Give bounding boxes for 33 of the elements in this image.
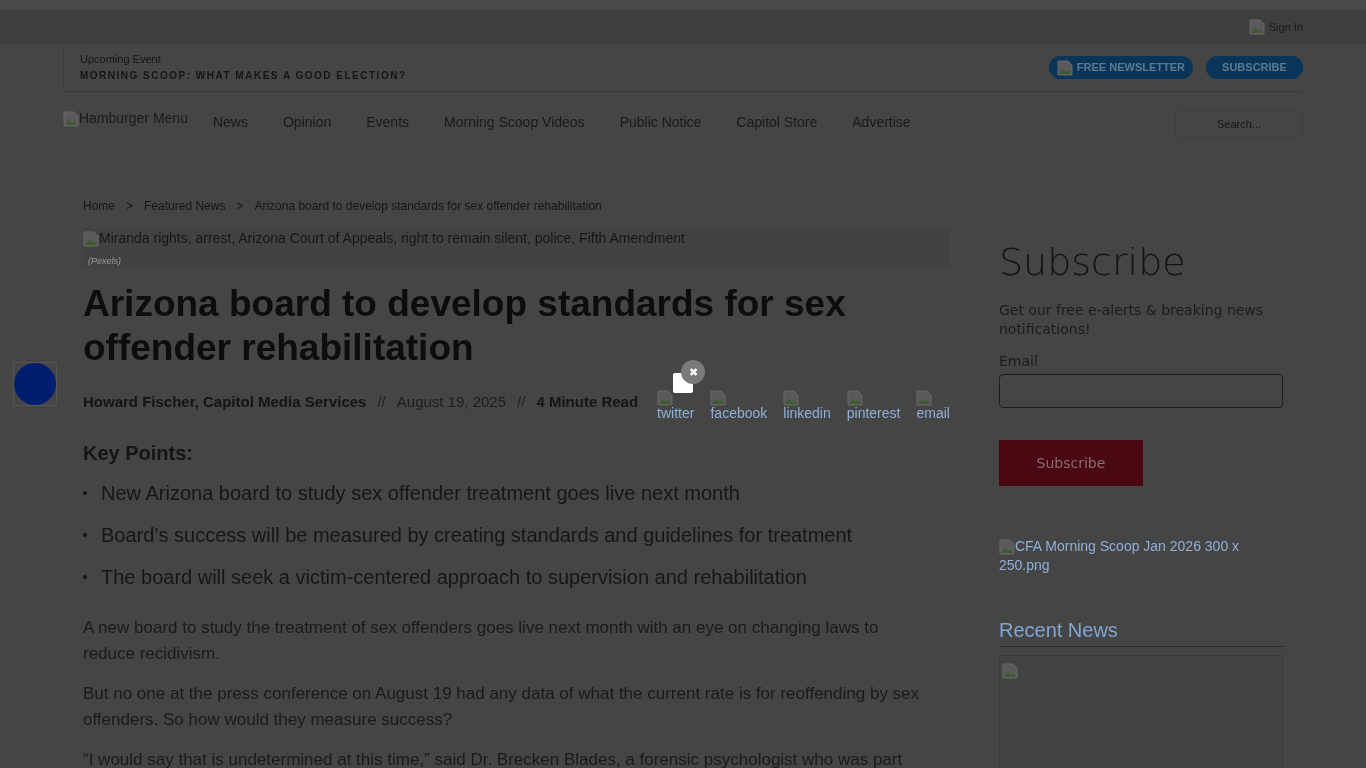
subscribe-submit-button[interactable]: Subscribe: [998, 440, 1143, 486]
share-link[interactable]: twitter: [657, 389, 695, 421]
share-link[interactable]: pinterest: [846, 389, 901, 421]
bullet-icon: [83, 491, 87, 495]
broken-image-icon: [1248, 19, 1265, 35]
floating-badge-button[interactable]: [13, 362, 57, 406]
share-link[interactable]: linkedin: [783, 389, 831, 421]
broken-image-icon: [916, 389, 933, 406]
breadcrumb-separator: >: [236, 198, 244, 215]
share-link[interactable]: email: [916, 389, 950, 421]
broken-image-icon: [1001, 662, 1018, 679]
broken-image-icon: [783, 389, 800, 406]
bullet-icon: [83, 575, 87, 579]
close-button[interactable]: ✖: [681, 360, 705, 384]
broken-image-icon: [710, 389, 727, 406]
broken-image-icon: [846, 389, 863, 406]
email-field[interactable]: [998, 374, 1283, 408]
recent-news-card[interactable]: [998, 655, 1283, 768]
broken-image-icon: [63, 110, 79, 127]
broken-image-icon: [1056, 59, 1073, 76]
broken-image-icon: [998, 539, 1015, 556]
ad-image-alt[interactable]: CFA Morning Scoop Jan 2026 300 x 250.png: [998, 537, 1249, 575]
image-caption: (Pexels): [87, 255, 122, 268]
newsletter-button[interactable]: FREE NEWSLETTER: [1048, 56, 1193, 79]
recent-news-heading: Recent News: [998, 615, 1283, 647]
meta-separator: //: [517, 391, 526, 412]
share-link[interactable]: facebook: [710, 389, 768, 421]
subscribe-button[interactable]: SUBSCRIBE: [1206, 56, 1303, 79]
broken-image-icon: [657, 389, 674, 406]
bullet-icon: [83, 533, 87, 537]
broken-image-icon: [83, 230, 99, 247]
meta-separator: //: [377, 391, 386, 412]
breadcrumb-separator: >: [126, 198, 134, 215]
